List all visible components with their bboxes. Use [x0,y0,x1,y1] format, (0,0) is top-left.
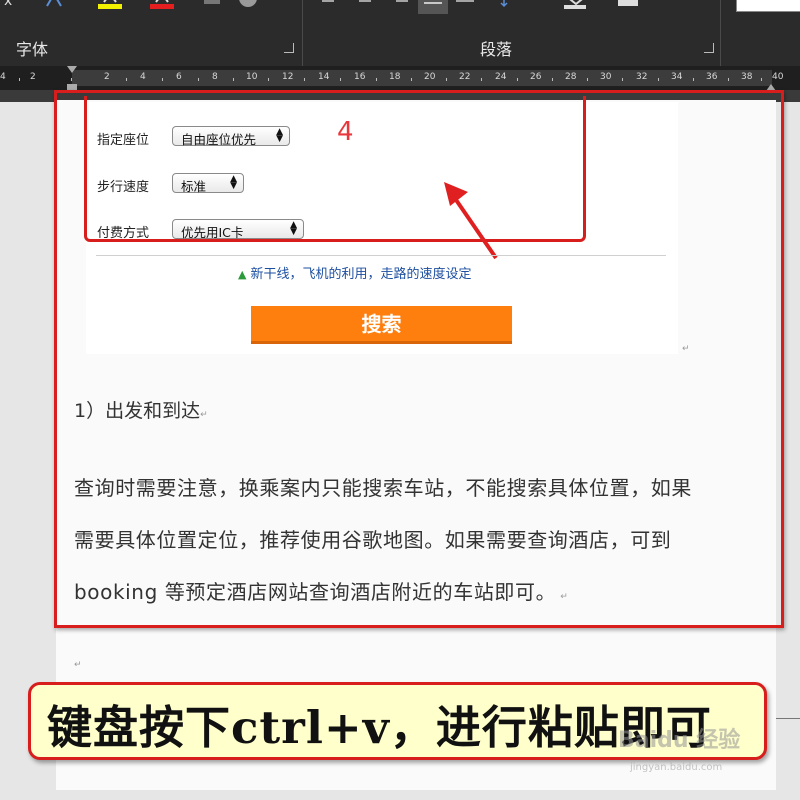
ruler-tick-label: 10 [246,72,258,82]
ruler-tick-mark [340,78,341,81]
close-icon[interactable]: x [4,0,12,9]
ruler-tick-mark [268,78,269,81]
ruler-tick-label: 18 [389,72,401,82]
ruler-tick-label: 34 [671,72,683,82]
ruler-tick-label: 32 [636,72,648,82]
ruler-tick-mark [446,78,447,81]
horizontal-ruler[interactable]: 4 2 2 4 6 8 10 12 14 16 18 20 22 24 26 28 30 32 34 36 38 40 [0,66,800,90]
instruction-caption-text: 键盘按下ctrl+v，进行粘贴即可 [47,701,712,754]
ribbon-separator [720,0,721,66]
ruler-tick-mark [693,78,694,81]
shading-icon[interactable] [564,0,588,10]
ruler-tick-label: 14 [318,72,330,82]
baidu-watermark-logo: Baidu 经验 [618,728,741,753]
ruler-tick-label: 8 [212,72,218,82]
align-right-icon[interactable] [390,0,410,10]
ruler-tick-label: 40 [772,72,784,82]
ruler-tick-label: 4 [140,72,146,82]
align-center-icon[interactable] [356,0,376,10]
ruler-tick-mark [517,78,518,81]
ribbon: x 字体 段落 [0,0,800,66]
ruler-tick-mark [411,78,412,81]
ruler-tick-label: 26 [530,72,542,82]
ruler-tick-mark [376,78,377,81]
ruler-tick-mark [481,78,482,81]
ruler-tick-label: 28 [565,72,577,82]
page-corner-line [776,718,800,719]
ruler-tick-label: 6 [176,72,182,82]
ribbon-separator [302,0,303,66]
ruler-tick-mark [728,78,729,81]
font-dialog-launcher-icon[interactable] [284,43,294,53]
ruler-tick-mark [761,78,762,81]
borders-icon[interactable] [618,0,642,10]
ruler-tick-label: 24 [495,72,507,82]
ruler-tick-label: 2 [104,72,110,82]
char-shading-icon[interactable] [204,0,222,10]
justify-icon[interactable] [418,0,448,14]
paragraph-dialog-launcher-icon[interactable] [704,43,714,53]
paragraph-mark: ↵ [74,660,82,670]
ruler-tick-mark [19,78,20,81]
ruler-tick-mark [162,78,163,81]
align-left-icon[interactable] [322,0,342,10]
group-label-paragraph: 段落 [480,40,513,59]
ruler-tick-mark [233,78,234,81]
styles-box[interactable] [736,0,800,12]
ruler-tick-mark [587,78,588,81]
distributed-align-icon[interactable] [456,0,476,10]
ruler-tick-mark [304,78,305,81]
ruler-tick-label: 12 [282,72,294,82]
ruler-tick-label: 16 [354,72,366,82]
group-label-font: 字体 [16,40,49,59]
highlight-color-icon[interactable] [98,0,124,10]
ruler-tick-label: 22 [459,72,471,82]
ruler-tick-label: 30 [600,72,612,82]
ruler-tick-label: 4 [0,72,6,82]
line-spacing-icon[interactable] [500,0,524,10]
font-effects-icon[interactable] [44,0,64,10]
ruler-tick-label: 38 [741,72,753,82]
baidu-watermark-url: jingyan.baidu.com [630,762,723,773]
ruler-tick-label: 36 [706,72,718,82]
ruler-tick-mark [552,78,553,81]
ruler-tick-mark [71,78,72,81]
ruler-tick-mark [198,78,199,81]
font-color-icon[interactable] [150,0,176,10]
first-line-indent-marker[interactable] [67,66,77,73]
ruler-tick-mark [126,78,127,81]
pasted-content-highlight [54,90,784,628]
ruler-tick-label: 2 [30,72,36,82]
ruler-tick-label: 20 [424,72,436,82]
enclosed-char-icon[interactable] [238,0,260,10]
ruler-tick-mark [658,78,659,81]
ruler-tick-mark [622,78,623,81]
